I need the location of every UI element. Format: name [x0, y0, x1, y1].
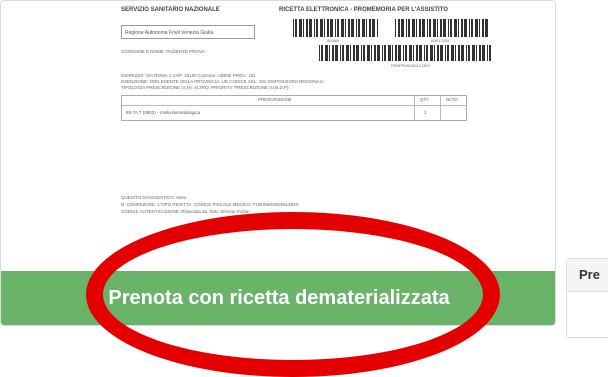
col-nota: NOTA [446, 97, 459, 102]
barcode-2 [395, 19, 493, 37]
side-panel: Pre [566, 258, 608, 338]
footer-line-2: N. CONFEZIONI: 1 TIPO RICETTA: CODICE FI… [121, 202, 299, 207]
barcode-1 [293, 19, 381, 37]
exemption-line: ESENZIONE: NON ESENTE SIGLA PROVINCIA: U… [121, 79, 325, 84]
row-item: 89.7A.7 (2902) - Visita dermatologica [126, 110, 201, 115]
row-qta: 1 [424, 110, 427, 115]
barcode-3 [319, 45, 495, 61]
col-prescrizione: PRESCRIZIONE [258, 97, 292, 102]
address-line: INDIRIZZO: VIA ROMA 1 CAP: 33100 Comune:… [121, 73, 256, 78]
region-box: Regione Autonoma Friuli Venezia Giulia [121, 25, 255, 39]
side-panel-title: Pre [567, 259, 608, 292]
prescription-document: SERVIZIO SANITARIO NAZIONALE RICETTA ELE… [113, 7, 509, 232]
book-button-label: Prenota con ricetta dematerializzata [108, 286, 450, 309]
prescription-card: SERVIZIO SANITARIO NAZIONALE RICETTA ELE… [0, 0, 556, 326]
doc-header-left: SERVIZIO SANITARIO NAZIONALE [121, 7, 220, 13]
barcode-2-code: 00K17029 [431, 38, 450, 43]
patient-line: COGNOME E NOME: PAZIENTE PROVA [121, 49, 205, 54]
prescription-table: PRESCRIZIONE QTA NOTA 89.7A.7 (2902) - V… [121, 95, 467, 121]
footer-line-4: Data: 21 mag. 2019 h.19 e dat 021 / 0021… [263, 218, 352, 223]
book-with-prescription-button[interactable]: Prenota con ricetta dematerializzata [1, 271, 555, 325]
col-qta: QTA [420, 97, 429, 102]
patient-code: PZNPRV51A01L130Y [391, 63, 431, 68]
footer-line-3: CODICE AUTENTICAZIONE: Rilasciata da: Do… [121, 209, 250, 214]
barcode-1-code: 500AB [327, 38, 340, 43]
type-line: TIPOLOGIA PRESCRIZIONE (S,H): ALTRO: PRI… [121, 85, 290, 90]
doc-header-right: RICETTA ELETTRONICA - PROMEMORIA PER L'A… [279, 7, 448, 13]
footer-line-1: QUESITO DIAGNOSTICO: testo [121, 195, 187, 200]
